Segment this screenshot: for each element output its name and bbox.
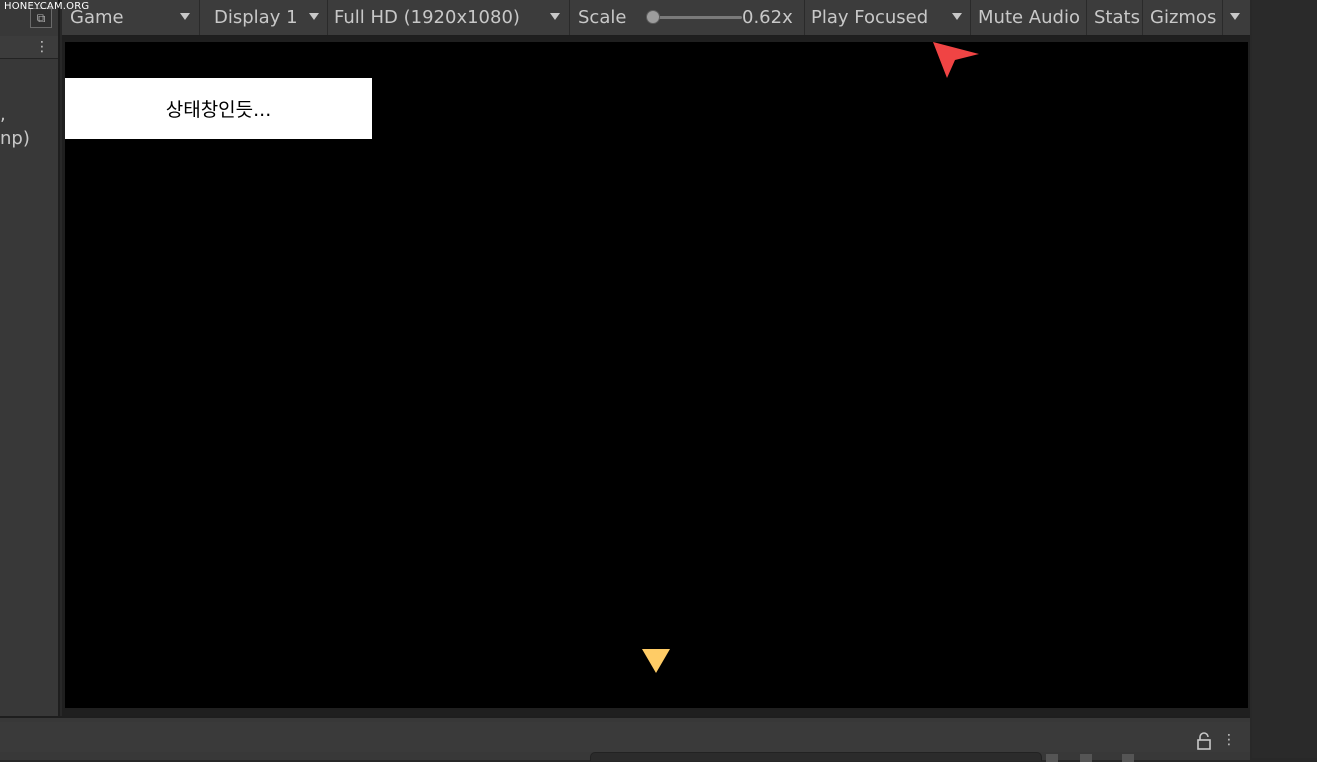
mute-audio-toggle[interactable]: Mute Audio: [971, 0, 1087, 35]
resolution-select-dropdown[interactable]: Full HD (1920x1080): [328, 0, 570, 35]
bottom-panel-header: ⋮: [0, 722, 1250, 752]
mute-audio-label: Mute Audio: [978, 7, 1080, 28]
chevron-down-icon: [952, 13, 962, 20]
kebab-menu-icon[interactable]: ⋮: [34, 38, 50, 56]
chevron-down-icon: [309, 13, 319, 20]
hierarchy-text-fragment: np): [0, 128, 30, 149]
hierarchy-text-fragment: ,: [0, 104, 6, 125]
scale-slider-track[interactable]: [654, 16, 742, 19]
resolution-select-label: Full HD (1920x1080): [334, 7, 520, 28]
gizmos-dropdown[interactable]: [1223, 0, 1250, 35]
scale-slider-handle[interactable]: [646, 10, 660, 24]
gizmos-label: Gizmos: [1150, 7, 1217, 28]
play-mode-dropdown[interactable]: Play Focused: [805, 0, 971, 35]
red-pointer-icon: [933, 42, 979, 78]
kebab-menu-icon[interactable]: ⋮: [1222, 730, 1236, 750]
status-window: 상태창인듯...: [65, 78, 372, 139]
watermark-label: HONEYCAM.ORG: [4, 1, 90, 12]
status-window-text: 상태창인듯...: [165, 99, 272, 121]
hierarchy-panel: ⋮ , np): [0, 0, 60, 716]
scale-slider-group: Scale 0.62x: [570, 0, 805, 35]
display-select-label: Display 1: [214, 7, 298, 28]
display-select-dropdown[interactable]: Display 1: [200, 0, 328, 35]
play-mode-label: Play Focused: [811, 7, 929, 28]
chevron-down-icon: [180, 13, 190, 20]
lock-icon[interactable]: [1196, 732, 1212, 750]
hierarchy-panel-header: ⋮: [0, 36, 58, 59]
game-view-toolbar: Game Display 1 Full HD (1920x1080) Scale…: [62, 0, 1250, 36]
toolbar-mini-icon[interactable]: [1080, 754, 1092, 762]
game-view-canvas[interactable]: 상태창인듯...: [65, 42, 1248, 708]
stats-toggle[interactable]: Stats: [1087, 0, 1143, 35]
stats-label: Stats: [1094, 7, 1140, 28]
scale-label: Scale: [578, 7, 627, 28]
chevron-down-icon: [550, 13, 560, 20]
toolbar-mini-icon[interactable]: [1046, 754, 1058, 762]
yellow-triangle-marker-icon: [642, 649, 670, 673]
gizmos-toggle[interactable]: Gizmos: [1143, 0, 1223, 35]
toolbar-mini-icon[interactable]: [1122, 754, 1134, 762]
chevron-down-icon: [1230, 13, 1240, 20]
search-field[interactable]: [590, 752, 1042, 761]
bottom-panel: ⋮: [0, 716, 1250, 762]
right-panel-edge: [1252, 0, 1317, 758]
scale-value: 0.62x: [742, 7, 793, 28]
